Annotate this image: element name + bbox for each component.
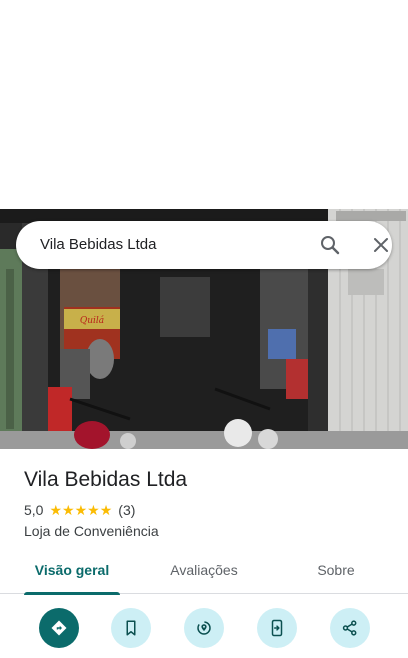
- rating-row[interactable]: 5,0 ★ ★ ★ ★ ★ (3): [24, 500, 135, 520]
- star-icon: ★: [49, 502, 63, 518]
- star-rating: ★ ★ ★ ★ ★: [49, 503, 112, 517]
- rating-value: 5,0: [24, 502, 44, 518]
- place-title: Vila Bebidas Ltda: [24, 468, 188, 491]
- directions-icon: [51, 620, 67, 636]
- tab-label: Avaliações: [170, 562, 238, 578]
- bookmark-icon: [126, 620, 136, 636]
- share-button[interactable]: [330, 608, 370, 648]
- search-bar[interactable]: Vila Bebidas Ltda: [16, 221, 392, 269]
- place-category[interactable]: Loja de Conveniência: [24, 521, 159, 541]
- sign-text: Quilá: [80, 315, 104, 326]
- tab-label: Visão geral: [34, 562, 110, 578]
- nearby-pin-icon: [197, 621, 211, 635]
- tab-reviews[interactable]: Avaliações: [156, 552, 252, 594]
- close-icon[interactable]: [369, 233, 393, 257]
- tab-bar: Visão geral Avaliações Sobre: [0, 552, 408, 595]
- tab-about[interactable]: Sobre: [296, 552, 376, 594]
- nearby-button[interactable]: [184, 608, 224, 648]
- star-icon: ★: [62, 502, 75, 518]
- save-button[interactable]: [111, 608, 151, 648]
- place-details-screen: Quilá Vila Bebidas Ltda Vila Bebidas Ltd…: [0, 0, 408, 658]
- star-icon: ★: [74, 502, 88, 518]
- active-tab-indicator: [24, 592, 120, 595]
- search-icon[interactable]: [318, 233, 342, 257]
- tab-overview[interactable]: Visão geral: [24, 552, 120, 595]
- tab-label: Sobre: [317, 562, 355, 578]
- search-input[interactable]: Vila Bebidas Ltda: [40, 221, 156, 269]
- directions-button[interactable]: [39, 608, 79, 648]
- star-icon: ★: [99, 502, 113, 518]
- review-count[interactable]: (3): [118, 502, 135, 518]
- send-to-phone-icon: [271, 619, 283, 637]
- share-icon: [342, 620, 357, 636]
- send-to-phone-button[interactable]: [257, 608, 297, 648]
- star-icon: ★: [87, 502, 100, 518]
